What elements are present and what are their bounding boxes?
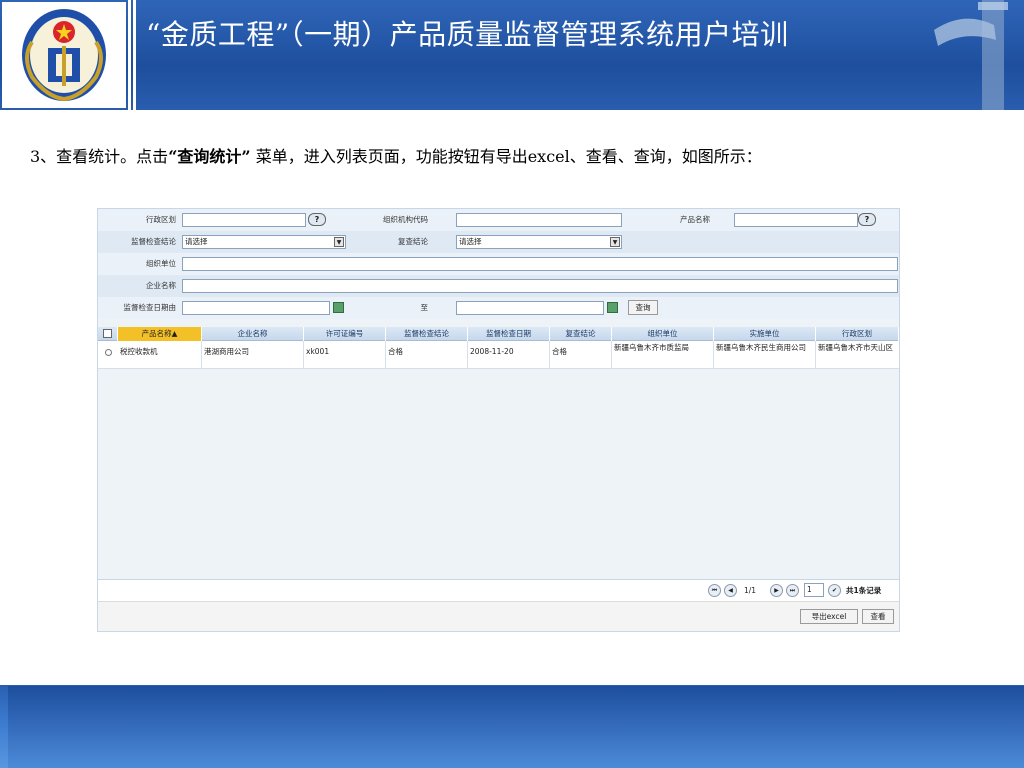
product-help-icon[interactable]: ? [858,213,876,226]
query-stats-screenshot: 行政区划 ? 组织机构代码 产品名称 ? 监督检查结论 请选择 ▼ 复查结论 请… [97,208,900,632]
cell-inspect-date: 2008-11-20 [468,341,550,369]
table-empty-area [98,369,899,579]
view-button[interactable]: 查看 [862,609,894,624]
product-name-label: 产品名称 [680,215,710,224]
date-from-label: 监督检查日期由 [123,303,177,312]
form-row-dates: 监督检查日期由 至 查询 [98,297,899,319]
form-row-org-unit: 组织单位 [98,253,899,275]
pagination-bar: ⏮ ◀ 1/1 ▶ ⏭ 1 ✔ 共1条记录 [98,579,899,601]
inspect-result-select[interactable]: 请选择 ▼ [182,235,346,249]
recheck-result-select[interactable]: 请选择 ▼ [456,235,622,249]
go-page-icon[interactable]: ✔ [828,584,841,597]
cell-product-name: 税控收款机 [118,341,202,369]
cell-inspect-result: 合格 [386,341,468,369]
export-excel-button[interactable]: 导出excel [800,609,858,624]
form-row-region: 行政区划 ? 组织机构代码 产品名称 ? [98,209,899,231]
slide-title: “金质工程”（一期）产品质量监督管理系统用户培训 [146,18,789,51]
slide: “金质工程”（一期）产品质量监督管理系统用户培训 3、查看统计。点击“查询统计”… [0,0,1024,768]
col-inspect-result[interactable]: 监督检查结论 [386,327,468,341]
region-input[interactable] [182,213,306,227]
cell-org-unit: 新疆乌鲁木齐市质监局 [612,341,714,369]
action-bar: 导出excel 查看 [98,601,899,631]
inspect-result-label: 监督检查结论 [131,237,176,246]
next-page-icon[interactable]: ▶ [770,584,783,597]
date-to-input[interactable] [456,301,604,315]
date-to-label: 至 [420,303,429,312]
row-radio[interactable] [98,341,118,369]
region-help-icon[interactable]: ? [308,213,326,226]
cell-recheck-result: 合格 [550,341,612,369]
product-name-input[interactable] [734,213,858,227]
col-org-unit[interactable]: 组织单位 [612,327,714,341]
org-unit-input[interactable] [182,257,898,271]
emblem-logo [2,2,126,108]
calendar-icon[interactable] [333,302,344,313]
org-code-input[interactable] [456,213,622,227]
org-unit-label: 组织单位 [146,259,176,268]
company-label: 企业名称 [146,281,176,290]
recheck-result-value: 请选择 [459,237,482,246]
col-license-no[interactable]: 许可证编号 [304,327,386,341]
footer-band-inner [8,686,1024,768]
region-label: 行政区划 [146,215,176,224]
col-region[interactable]: 行政区划 [816,327,899,341]
table-header: 产品名称▲ 企业名称 许可证编号 监督检查结论 监督检查日期 复查结论 组织单位… [98,327,899,341]
header-band: “金质工程”（一期）产品质量监督管理系统用户培训 [0,0,1024,110]
calendar-icon[interactable] [607,302,618,313]
pillar-decoration [924,0,1024,110]
prev-page-icon[interactable]: ◀ [724,584,737,597]
first-page-icon[interactable]: ⏮ [708,584,721,597]
last-page-icon[interactable]: ⏭ [786,584,799,597]
cell-license-no: xk001 [304,341,386,369]
query-button[interactable]: 查询 [628,300,658,315]
org-code-label: 组织机构代码 [383,215,428,224]
page-info: 1/1 [744,586,757,595]
col-company[interactable]: 企业名称 [202,327,304,341]
chevron-down-icon: ▼ [334,237,344,247]
form-row-results: 监督检查结论 请选择 ▼ 复查结论 请选择 ▼ [98,231,899,253]
date-from-input[interactable] [182,301,330,315]
inspect-result-value: 请选择 [185,237,208,246]
recheck-result-label: 复查结论 [398,237,428,246]
select-all-checkbox[interactable] [98,327,118,341]
col-impl-unit[interactable]: 实施单位 [714,327,816,341]
instruction-suffix: 菜单，进入列表页面，功能按钮有导出excel、查看、查询，如图所示： [250,147,762,166]
instruction-prefix: 3、查看统计。点击 [30,147,169,166]
col-inspect-date[interactable]: 监督检查日期 [468,327,550,341]
table-row[interactable]: 税控收款机 港湖商用公司 xk001 合格 2008-11-20 合格 新疆乌鲁… [98,341,899,369]
col-recheck-result[interactable]: 复查结论 [550,327,612,341]
header-divider [133,0,136,110]
cell-company: 港湖商用公司 [202,341,304,369]
header-divider [128,0,131,110]
cell-region: 新疆乌鲁木齐市天山区 [818,343,893,352]
chevron-down-icon: ▼ [610,237,620,247]
form-row-company: 企业名称 [98,275,899,297]
page-number-input[interactable]: 1 [804,583,824,597]
instruction-text: 3、查看统计。点击“查询统计” 菜单，进入列表页面，功能按钮有导出excel、查… [30,143,990,170]
total-records: 共1条记录 [846,586,882,595]
company-input[interactable] [182,279,898,293]
instruction-menu-name: “查询统计” [168,147,251,166]
cell-impl-unit: 新疆乌鲁木齐民生商用公司 [714,341,816,369]
col-product-name[interactable]: 产品名称▲ [118,327,202,341]
